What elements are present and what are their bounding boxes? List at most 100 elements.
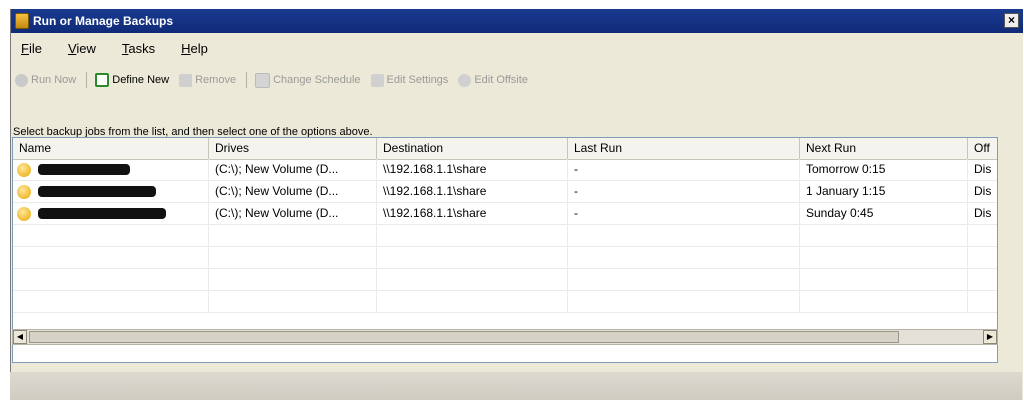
title-bar: Run or Manage Backups × [11,9,1023,33]
backup-job-icon [17,162,31,177]
empty-cell [800,291,968,312]
destination-cell: \\192.168.1.1\share [377,181,568,202]
next-run-cell: 1 January 1:15 [800,181,968,202]
run-now-button[interactable]: Run Now [15,73,77,87]
empty-cell [209,247,377,268]
empty-cell [568,291,800,312]
backup-app-icon [15,13,29,29]
define-new-label: Define New [112,74,170,86]
change-schedule-button[interactable]: Change Schedule [255,72,361,88]
job-name-cell [13,181,209,202]
column-header-next-run[interactable]: Next Run [800,138,968,159]
empty-cell [568,247,800,268]
table-row[interactable]: (C:\); New Volume (D... \\192.168.1.1\sh… [13,181,997,203]
menu-tasks-rest: asks [128,40,156,56]
scroll-right-arrow-icon[interactable]: ▶ [983,330,997,344]
last-run-cell: - [568,203,800,224]
offsite-cell: Dis [968,159,997,180]
toolbar-separator [86,72,88,88]
empty-cell [377,247,568,268]
column-header-offsite[interactable]: Off [968,138,997,159]
column-header-name[interactable]: Name [13,138,209,159]
run-icon [15,73,28,87]
drives-cell: (C:\); New Volume (D... [209,159,377,180]
menu-tasks[interactable]: Tasks [122,41,155,56]
destination-cell: \\192.168.1.1\share [377,203,568,224]
offsite-cell: Dis [968,181,997,202]
backup-job-icon [17,184,31,199]
empty-cell [800,225,968,246]
menu-help-rest: elp [190,40,208,56]
empty-row [13,225,997,247]
table-row[interactable]: (C:\); New Volume (D... \\192.168.1.1\sh… [13,159,997,181]
last-run-cell: - [568,159,800,180]
horizontal-scrollbar[interactable]: ◀ ▶ [12,329,998,345]
empty-cell [968,225,997,246]
offsite-icon [458,73,472,87]
edit-settings-label: Edit Settings [386,74,449,86]
empty-cell [13,291,209,312]
close-button[interactable]: × [1004,13,1019,28]
scroll-thumb[interactable] [29,331,899,343]
redacted-name [38,164,131,176]
empty-cell [13,269,209,290]
menu-file-accel: F [21,40,29,56]
empty-cell [13,247,209,268]
redacted-name [38,186,157,198]
empty-cell [800,247,968,268]
edit-offsite-button[interactable]: Edit Offsite [458,73,528,87]
empty-cell [568,225,800,246]
window-title: Run or Manage Backups [33,14,174,28]
column-header-drives[interactable]: Drives [209,138,377,159]
drives-cell: (C:\); New Volume (D... [209,203,377,224]
empty-cell [377,291,568,312]
redacted-name [38,208,167,220]
empty-cell [209,225,377,246]
menu-bar: File View Tasks Help [11,37,1023,59]
remove-label: Remove [195,74,237,86]
next-run-cell: Tomorrow 0:15 [800,159,968,180]
last-run-cell: - [568,181,800,202]
drives-cell: (C:\); New Volume (D... [209,181,377,202]
empty-row [13,269,997,291]
edit-offsite-label: Edit Offsite [474,74,528,86]
empty-cell [377,269,568,290]
column-header-last-run[interactable]: Last Run [568,138,800,159]
column-header-destination[interactable]: Destination [377,138,568,159]
empty-cell [568,269,800,290]
offsite-cell: Dis [968,203,997,224]
menu-help[interactable]: Help [181,41,208,56]
remove-button[interactable]: Remove [179,73,237,87]
list-header: Name Drives Destination Last Run Next Ru… [13,138,997,160]
menu-view-rest: iew [76,40,96,56]
table-row[interactable]: (C:\); New Volume (D... \\192.168.1.1\sh… [13,203,997,225]
list-body: (C:\); New Volume (D... \\192.168.1.1\sh… [13,159,997,313]
scroll-left-arrow-icon[interactable]: ◀ [13,330,27,344]
destination-cell: \\192.168.1.1\share [377,159,568,180]
run-now-label: Run Now [31,74,77,86]
menu-file-rest: ile [28,40,42,56]
define-new-button[interactable]: Define New [95,73,169,87]
empty-cell [800,269,968,290]
empty-cell [377,225,568,246]
empty-cell [209,291,377,312]
job-name-cell [13,203,209,224]
toolbar: Run Now Define New Remove Change Schedul… [11,69,1023,91]
empty-cell [209,269,377,290]
menu-view[interactable]: View [68,41,96,56]
backup-job-icon [17,206,31,221]
empty-row [13,247,997,269]
empty-row [13,291,997,313]
next-run-cell: Sunday 0:45 [800,203,968,224]
empty-cell [13,225,209,246]
edit-settings-button[interactable]: Edit Settings [370,73,449,87]
calendar-icon [255,72,271,88]
bottom-panel [10,372,1022,400]
menu-help-accel: H [181,40,191,56]
remove-icon [179,73,193,87]
menu-file[interactable]: File [21,41,42,56]
plus-icon [95,73,110,87]
toolbar-separator [246,72,248,88]
empty-cell [968,247,997,268]
job-name-cell [13,159,209,180]
